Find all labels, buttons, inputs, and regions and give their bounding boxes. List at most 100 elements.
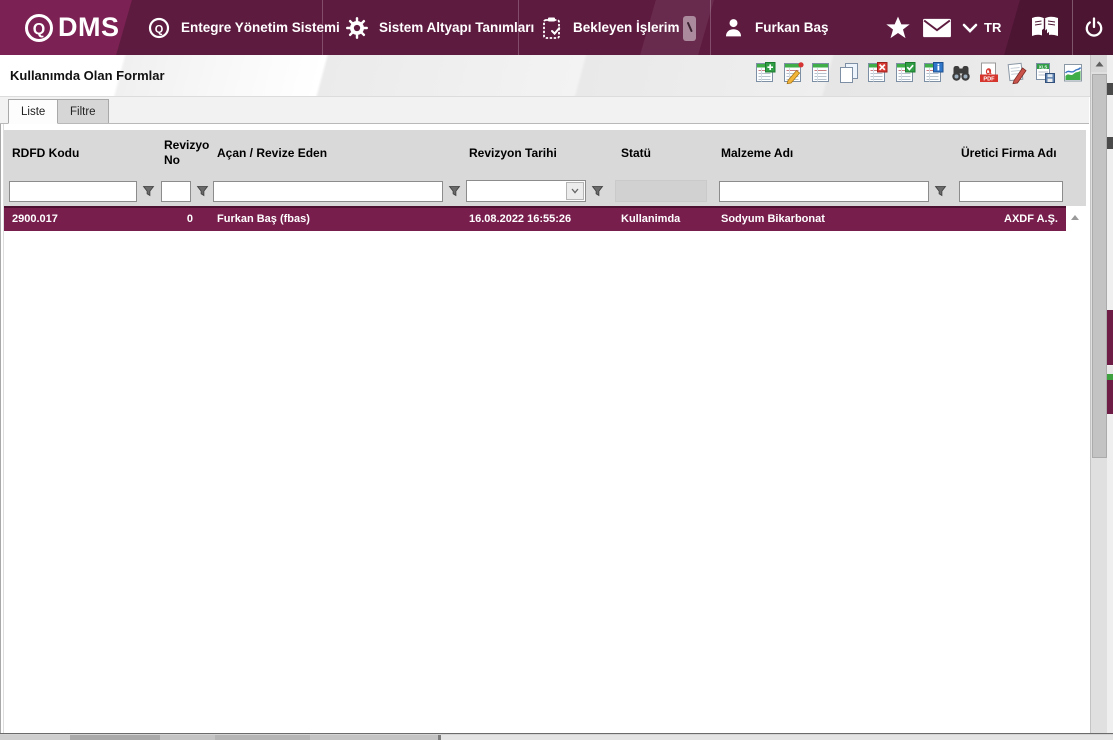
search-records-icon[interactable] xyxy=(949,61,973,85)
scrollbar-track-segment xyxy=(0,735,70,740)
column-header-acan-revize-eden[interactable]: Açan / Revize Eden xyxy=(209,130,461,176)
scrollbar-track-segment xyxy=(310,735,438,740)
filter-input-uretici-firma-adi[interactable] xyxy=(959,180,1063,202)
filter-input-acan-revize-eden[interactable] xyxy=(213,180,443,202)
copy-record-icon[interactable] xyxy=(837,61,861,85)
svg-text:Q: Q xyxy=(33,21,45,38)
nav-item-label: Bekleyen İşlerim xyxy=(573,20,680,35)
edit-document-icon[interactable] xyxy=(1005,61,1029,85)
filter-input-malzeme-adi[interactable] xyxy=(719,180,929,202)
column-header-revizyon-tarihi[interactable]: Revizyon Tarihi xyxy=(461,130,613,176)
export-pdf-icon[interactable]: PDF xyxy=(977,61,1001,85)
record-info-icon[interactable] xyxy=(921,61,945,85)
language-code[interactable]: TR xyxy=(984,0,1001,55)
list-record-icon[interactable] xyxy=(809,61,833,85)
power-icon xyxy=(1085,16,1103,37)
column-header-revizyon-no[interactable]: Revizyon No xyxy=(156,130,209,176)
cutoff-panel-fragment xyxy=(1107,137,1113,149)
scrollbar-up-arrow[interactable] xyxy=(1091,55,1108,72)
svg-text:PDF: PDF xyxy=(983,76,995,82)
tab-strip: Liste Filtre xyxy=(0,97,1089,124)
cell-statu: Kullanimda xyxy=(621,213,681,225)
nav-item-sistem-altyapi-tanimlari[interactable]: Sistem Altyapı Tanımları xyxy=(345,0,534,55)
column-header-malzeme-adi[interactable]: Malzeme Adı xyxy=(713,130,953,176)
logout-button[interactable] xyxy=(1082,0,1106,55)
nav-item-label: Entegre Yönetim Sistemi xyxy=(181,20,340,35)
collapsed-menu-indicator[interactable] xyxy=(683,16,696,41)
column-header-uretici-firma-adi[interactable]: Üretici Firma Adı xyxy=(953,130,1066,176)
scrollbar-thumb[interactable] xyxy=(70,735,160,740)
language-dropdown[interactable] xyxy=(962,0,978,55)
vertical-scrollbar[interactable] xyxy=(1090,55,1108,733)
record-toolbar: PDF XLS xyxy=(753,61,1085,85)
cutoff-panel-strip xyxy=(1107,55,1113,733)
tab-liste[interactable]: Liste xyxy=(8,99,59,124)
column-header-rdfd-kodu[interactable]: RDFD Kodu xyxy=(4,130,156,176)
scrollbar-thumb[interactable] xyxy=(215,735,310,740)
horizontal-scrollbar[interactable] xyxy=(0,733,1113,740)
column-header-statu[interactable]: Statü xyxy=(613,130,713,176)
combo-chevron-button[interactable] xyxy=(566,182,584,200)
cell-uretici-firma-adi: AXDF A.Ş. xyxy=(1004,213,1058,225)
filter-funnel-icon[interactable] xyxy=(934,185,947,198)
approve-record-icon[interactable] xyxy=(893,61,917,85)
filter-empty-statu xyxy=(615,180,707,202)
svg-text:Q: Q xyxy=(155,23,164,35)
scrollbar-track-segment xyxy=(160,735,215,740)
add-record-icon[interactable] xyxy=(753,61,777,85)
filter-select-revizyon-tarihi[interactable] xyxy=(466,180,586,202)
favorites-button[interactable] xyxy=(885,0,911,55)
nav-item-entegre-yonetim-sistemi[interactable]: Q Entegre Yönetim Sistemi xyxy=(147,0,340,55)
cutoff-panel-fragment xyxy=(1107,310,1113,365)
tab-label: Liste xyxy=(21,105,46,118)
clipboard-check-icon xyxy=(543,17,561,39)
report-chart-icon[interactable] xyxy=(1061,61,1085,85)
up-triangle-icon xyxy=(1095,61,1104,66)
cutoff-panel-fragment xyxy=(1107,83,1113,95)
cell-acan-revize-eden: Furkan Baş (fbas) xyxy=(217,213,310,225)
cell-malzeme-adi: Sodyum Bikarbonat xyxy=(721,213,825,225)
cutoff-panel-fragment xyxy=(1107,366,1113,374)
filter-input-revizyon-no[interactable] xyxy=(161,180,191,202)
scrollbar-thumb[interactable] xyxy=(1092,74,1107,458)
user-manual-button[interactable] xyxy=(1028,0,1062,55)
cell-rdfd-kodu: 2900.017 xyxy=(12,213,58,225)
qdms-logo[interactable]: Q DMS xyxy=(22,0,120,55)
nav-divider xyxy=(1072,0,1073,55)
grid-column-headers: RDFD Kodu Revizyon No Açan / Revize Eden… xyxy=(4,130,1086,176)
user-name: Furkan Baş xyxy=(755,20,829,35)
filter-input-rdfd-kodu[interactable] xyxy=(9,180,137,202)
collapsed-menu-glyph xyxy=(687,22,693,32)
user-menu[interactable]: Furkan Baş xyxy=(722,0,829,55)
chevron-down-icon xyxy=(962,23,978,33)
page-title: Kullanımda Olan Formlar xyxy=(10,68,165,83)
filter-funnel-icon[interactable] xyxy=(142,185,155,198)
mail-icon xyxy=(923,18,951,37)
delete-record-icon[interactable] xyxy=(865,61,889,85)
qdms-circle-icon: Q xyxy=(148,17,170,38)
cell-revizyon-tarihi: 16.08.2022 16:55:26 xyxy=(469,213,572,225)
grid-scroll-up-arrow[interactable] xyxy=(1069,212,1081,222)
top-navbar: Q DMS Q Entegre Yönetim Sistemi Sistem A… xyxy=(0,0,1113,55)
content-area: RDFD Kodu Revizyon No Açan / Revize Eden… xyxy=(0,124,1089,733)
nav-item-label: Sistem Altyapı Tanımları xyxy=(379,20,535,35)
cutoff-panel-fragment xyxy=(1107,380,1113,414)
scrollbar-track-segment xyxy=(441,735,1113,740)
filter-funnel-icon[interactable] xyxy=(448,185,461,198)
gear-icon xyxy=(346,16,368,39)
filter-funnel-icon[interactable] xyxy=(196,185,209,198)
person-icon xyxy=(725,19,742,37)
edit-record-icon[interactable] xyxy=(781,61,805,85)
messages-button[interactable] xyxy=(922,0,952,55)
svg-text:XLS: XLS xyxy=(1039,64,1048,69)
table-row-selected[interactable]: 2900.017 0 Furkan Baş (fbas) 16.08.2022 … xyxy=(4,206,1066,231)
logo-text: DMS xyxy=(58,12,120,42)
tab-filtre[interactable]: Filtre xyxy=(57,99,109,123)
nav-item-bekleyen-islerim[interactable]: Bekleyen İşlerim xyxy=(540,0,680,55)
star-icon xyxy=(886,16,910,38)
filter-funnel-icon[interactable] xyxy=(591,185,604,198)
nav-divider xyxy=(710,0,711,55)
export-excel-icon[interactable]: XLS xyxy=(1033,61,1057,85)
grid-header-area: RDFD Kodu Revizyon No Açan / Revize Eden… xyxy=(4,130,1086,206)
cell-revizyon-no: 0 xyxy=(186,213,193,225)
